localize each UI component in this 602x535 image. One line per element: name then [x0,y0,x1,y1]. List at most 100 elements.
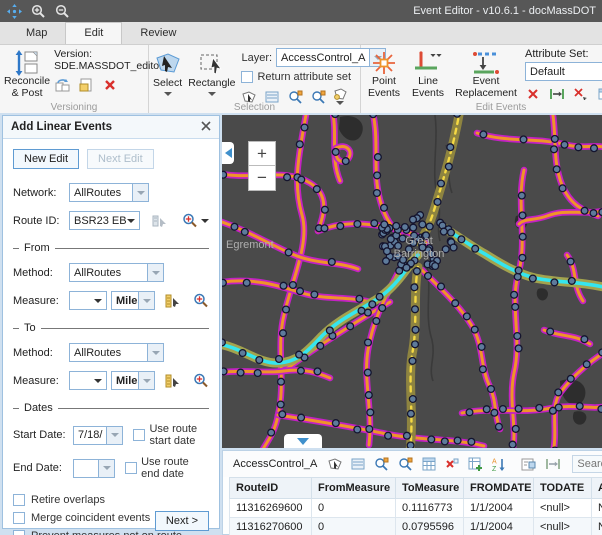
end-date-arrow[interactable] [99,459,115,478]
line-events-button[interactable]: Line Events [409,48,447,102]
prevent-measures-checkbox[interactable] [13,530,25,535]
from-measure-on-map-icon[interactable] [165,293,181,309]
zoom-in-icon[interactable] [30,3,46,19]
map-view[interactable]: Egremont Great Barrington + − [222,115,602,448]
collapse-left-panel-button[interactable] [222,142,234,164]
route-id-dropdown-icon[interactable] [127,219,135,223]
start-date-arrow[interactable] [107,426,123,445]
town-label-great: Great [405,235,433,247]
merge-coincident-checkbox[interactable] [13,512,25,524]
window-title: Event Editor - v10.6.1 - docMassDOT [413,5,596,17]
refresh-version-icon[interactable] [54,77,70,93]
rectangle-dropdown-icon[interactable] [208,92,216,96]
rectangle-tool-button[interactable]: Rectangle [188,48,235,105]
to-measure-combo[interactable] [69,371,107,390]
table-header-row: RouteID FromMeasure ToMeasure FROMDATE T… [230,478,602,499]
tab-edit[interactable]: Edit [65,22,122,44]
shape-dot-icon [333,88,347,100]
new-edit-button[interactable]: New Edit [13,149,79,169]
end-date-input[interactable] [73,459,115,478]
table-move-measure-icon[interactable] [545,456,561,472]
event-attributes-window-icon[interactable] [597,86,602,102]
from-units-combo[interactable]: Miles [111,291,155,310]
collapse-table-button[interactable] [284,434,322,448]
tab-review[interactable]: Review [122,23,194,44]
route-zoom-tool[interactable] [182,213,209,228]
col-access[interactable]: AC [592,478,602,499]
table-row[interactable]: 11316269600 0 0.1116773 1/1/2004 <null> … [230,499,602,518]
to-zoom-icon[interactable] [193,373,209,389]
events-table-panel: AccessControl_A [222,450,602,535]
use-route-start-date-checkbox[interactable] [133,429,145,441]
next-button[interactable]: Next > [155,511,209,531]
start-date-input[interactable]: 7/18/ [73,426,123,445]
table-sort-icon[interactable]: A Z [492,456,506,472]
table-clear-selection-icon[interactable] [445,456,459,472]
move-event-icon[interactable] [549,86,565,102]
from-measure-dropdown-icon[interactable] [94,299,102,303]
table-field-calculator-icon[interactable] [422,456,436,472]
route-zoom-dropdown-icon[interactable] [201,219,209,223]
to-section-label: To [24,322,36,334]
table-show-selected-icon[interactable] [351,456,365,472]
table-search-input[interactable] [572,455,602,473]
point-events-button[interactable]: Point Events [365,48,403,102]
to-measure-on-map-icon[interactable] [165,373,181,389]
point-events-icon [371,50,397,76]
events-table: RouteID FromMeasure ToMeasure FROMDATE T… [229,477,602,535]
network-combo-arrow[interactable] [133,183,149,202]
map-zoom-in-button[interactable]: + [248,141,276,166]
map-zoom-control: + − [248,141,276,191]
split-event-icon[interactable] [573,86,589,102]
panel-title: Add Linear Events [11,121,112,133]
from-method-combo-arrow[interactable] [148,263,164,282]
delete-version-icon[interactable] [102,77,118,93]
from-zoom-icon[interactable] [193,293,209,309]
network-combo[interactable]: AllRoutes [69,183,149,202]
start-date-label: Start Date: [13,429,69,441]
from-measure-combo[interactable] [69,291,107,310]
event-replacement-button[interactable]: Event Replacement [453,48,519,102]
col-routeid[interactable]: RouteID [230,478,312,499]
line-events-icon [413,50,443,76]
zoom-out-icon[interactable] [54,3,70,19]
table-add-record-icon[interactable] [468,456,483,472]
table-toolbar: AccessControl_A [223,451,602,477]
table-attributes-icon[interactable] [521,456,536,472]
to-units-combo-arrow[interactable] [139,371,155,390]
col-frommeasure[interactable]: FromMeasure [312,478,396,499]
to-method-combo[interactable]: AllRoutes [69,343,164,362]
town-label-egremont: Egremont [226,239,274,251]
layer-label: Layer: [241,52,272,64]
to-measure-dropdown-icon[interactable] [94,379,102,383]
reconcile-post-button[interactable]: Reconcile & Post [4,48,50,99]
table-row[interactable]: 11316270600 0 0.0795596 1/1/2004 <null> … [230,518,602,535]
map-canvas[interactable]: Egremont Great Barrington [222,115,602,448]
from-method-combo[interactable]: AllRoutes [69,263,164,282]
return-attribute-set-checkbox[interactable] [241,71,253,83]
select-route-on-map-icon[interactable] [152,213,168,229]
table-pan-to-row-icon[interactable] [398,456,413,472]
map-zoom-out-button[interactable]: − [248,166,276,191]
tab-map[interactable]: Map [8,23,65,44]
delete-event-icon[interactable] [525,86,541,102]
use-route-end-date-checkbox[interactable] [125,462,137,474]
table-layer-name: AccessControl_A [233,458,317,470]
from-units-combo-arrow[interactable] [139,291,155,310]
attribute-set-combo[interactable]: Default [525,62,602,81]
col-todate[interactable]: TODATE [534,478,592,499]
to-units-combo[interactable]: Miles [111,371,155,390]
col-tomeasure[interactable]: ToMeasure [396,478,464,499]
retire-overlaps-checkbox[interactable] [13,494,25,506]
to-method-combo-arrow[interactable] [148,343,164,362]
pan-icon[interactable] [6,3,22,19]
select-tool-button[interactable]: Select [153,48,182,105]
table-zoom-to-row-icon[interactable] [374,456,389,472]
close-icon[interactable] [201,121,211,134]
select-dropdown-icon[interactable] [164,92,172,96]
route-id-combo[interactable]: BSR23 EB [69,211,140,230]
col-fromdate[interactable]: FROMDATE [464,478,534,499]
new-version-icon[interactable] [78,77,94,93]
from-measure-label: Measure: [13,295,65,307]
table-select-shape-icon[interactable] [328,456,342,472]
